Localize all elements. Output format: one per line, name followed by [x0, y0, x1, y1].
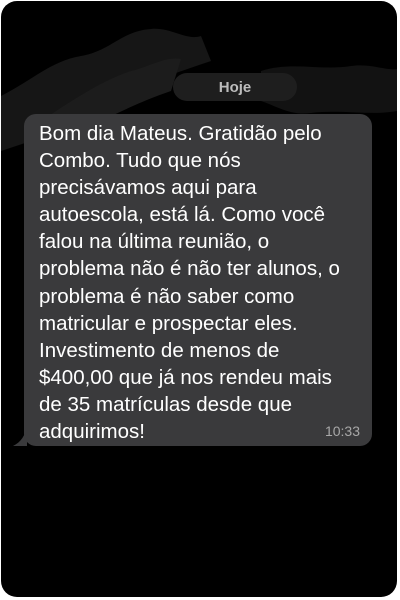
incoming-message-bubble[interactable]: Bom dia Mateus. Gratidão pelo Combo. Tud… — [24, 114, 372, 446]
message-text: Bom dia Mateus. Gratidão pelo Combo. Tud… — [39, 122, 340, 444]
message-timestamp: 10:33 — [324, 423, 360, 439]
chat-screen: Hoje Bom dia Mateus. Gratidão pelo Combo… — [1, 1, 397, 597]
date-separator-label: Hoje — [218, 78, 252, 96]
date-separator: Hoje — [173, 73, 297, 101]
